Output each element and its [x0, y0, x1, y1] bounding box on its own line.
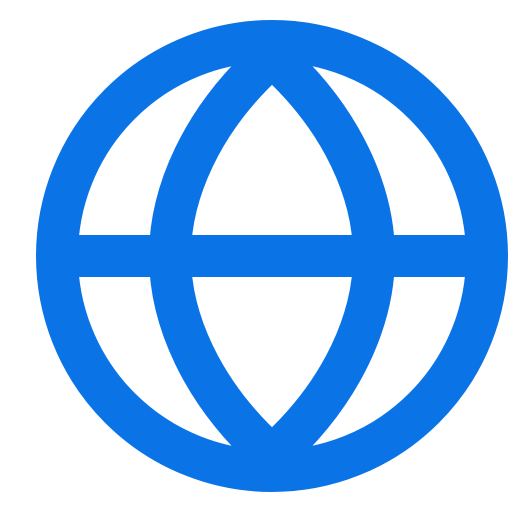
icon-canvas — [0, 0, 513, 512]
globe-icon — [0, 0, 513, 512]
